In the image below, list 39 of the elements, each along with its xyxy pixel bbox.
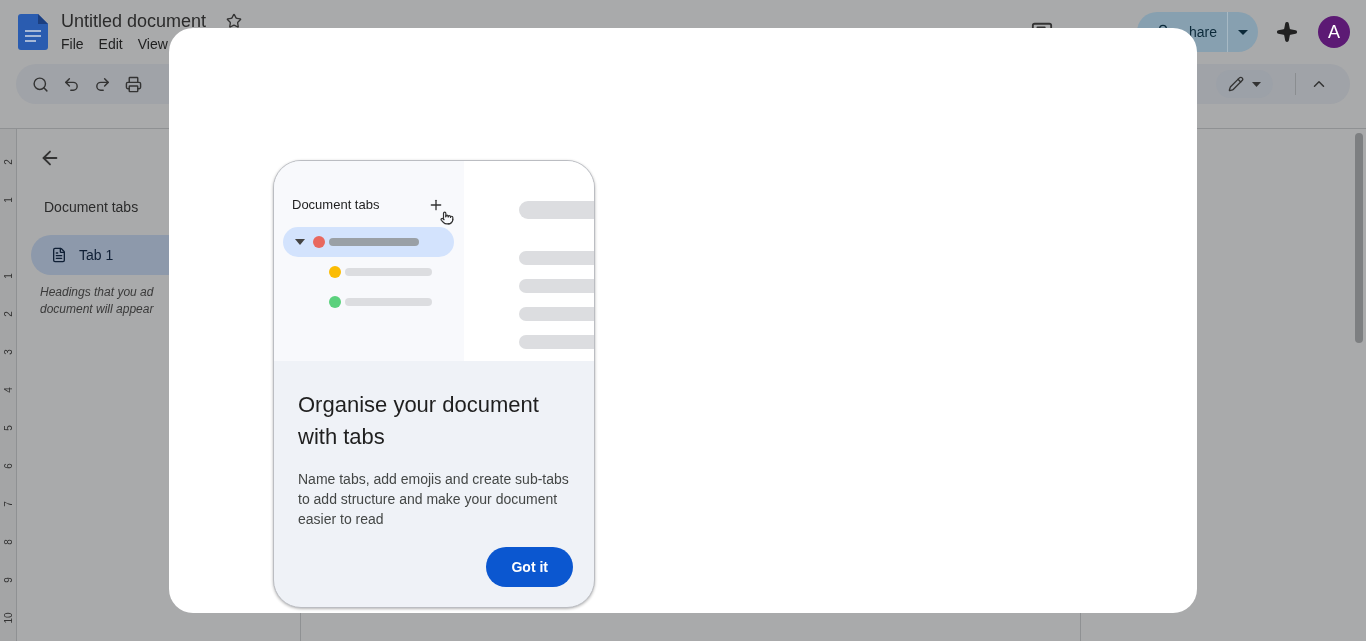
caret-icon	[295, 239, 305, 245]
redo-icon[interactable]	[94, 75, 111, 93]
ruler-number: 1	[1, 272, 15, 281]
document-icon	[51, 247, 67, 263]
got-it-button[interactable]: Got it	[486, 547, 573, 587]
card-heading: Organise your document with tabs	[298, 391, 540, 451]
menu-item[interactable]: View	[137, 34, 168, 55]
ruler-number: 4	[1, 386, 15, 395]
avatar[interactable]: A	[1318, 16, 1350, 48]
search-icon[interactable]	[32, 75, 49, 93]
document-logo-icon[interactable]	[18, 14, 48, 50]
ruler-number: 7	[1, 500, 15, 509]
ruler-number: 10	[1, 611, 15, 626]
hint-text: Headings that you ad	[40, 284, 155, 301]
print-icon[interactable]	[125, 75, 142, 93]
star-icon[interactable]	[226, 13, 243, 29]
illustration-title: Document tabs	[292, 196, 380, 215]
editing-mode-button[interactable]	[1216, 70, 1273, 98]
ruler-number: 9	[1, 576, 15, 585]
caret-icon	[1238, 29, 1248, 35]
document-title[interactable]: Untitled document	[61, 9, 207, 33]
ruler-number: 8	[1, 538, 15, 547]
undo-icon[interactable]	[63, 75, 80, 93]
pencil-icon	[1228, 76, 1244, 92]
ruler-number: 2	[1, 310, 15, 319]
plus-icon	[428, 197, 444, 213]
scrollbar-thumb[interactable]	[1355, 133, 1363, 343]
ruler-number: 6	[1, 462, 15, 471]
menu-item[interactable]: Edit	[98, 34, 123, 55]
ruler-number: 2	[1, 158, 15, 167]
ruler-number: 3	[1, 348, 15, 357]
card-description: Name tabs, add emojis and create sub-tabs to add structure and make your document easier to read	[298, 470, 570, 529]
caret-icon	[1252, 81, 1261, 87]
hint-text: document will appear	[40, 301, 155, 318]
ruler-number: 1	[1, 196, 15, 205]
ruler-number: 5	[1, 424, 15, 433]
sparkle-icon[interactable]	[1276, 21, 1298, 43]
pointer-icon	[440, 211, 454, 225]
menu-item[interactable]: File	[61, 34, 84, 55]
